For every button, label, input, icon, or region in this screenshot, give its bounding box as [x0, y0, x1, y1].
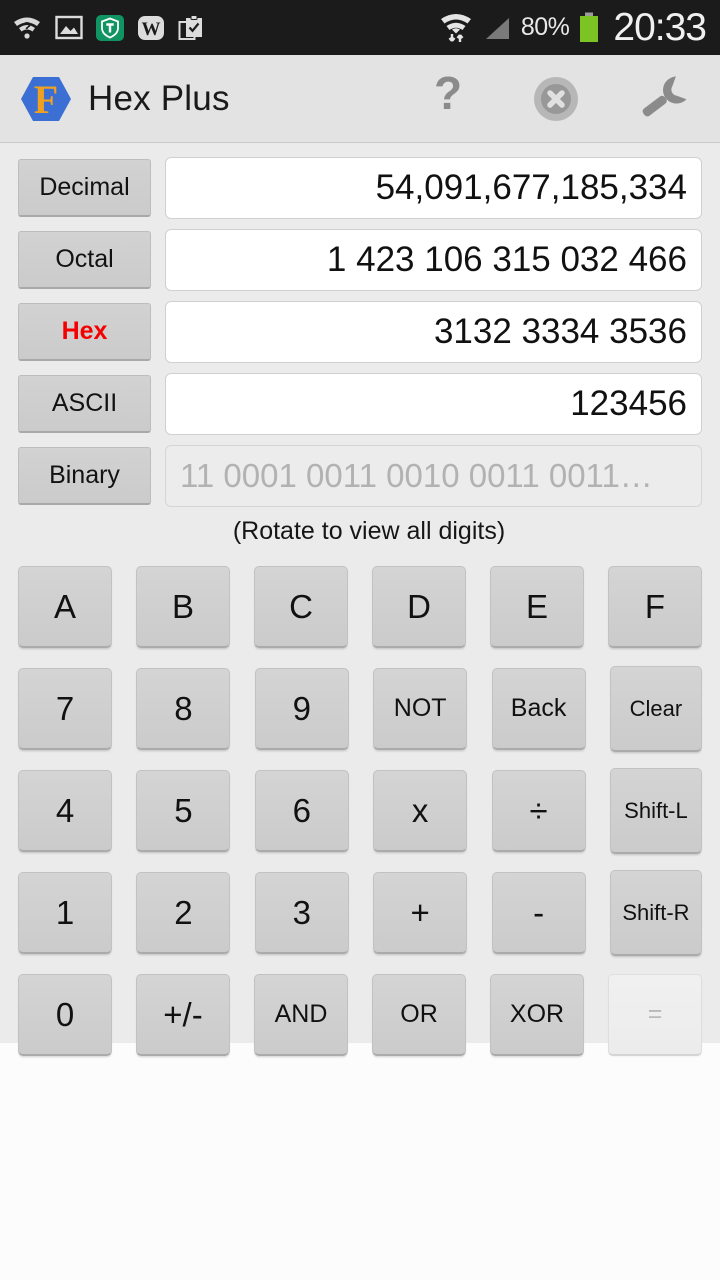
- base-button-decimal[interactable]: Decimal: [18, 159, 151, 217]
- key-x[interactable]: x: [373, 770, 467, 852]
- key-0[interactable]: 0: [18, 974, 112, 1056]
- shield-t-icon: [96, 14, 124, 42]
- keypad-row: 123 +-Shift-R: [18, 864, 702, 962]
- base-button-ascii[interactable]: ASCII: [18, 375, 151, 433]
- svg-text:F: F: [34, 77, 58, 122]
- status-bar: ? W 80%: [0, 0, 720, 55]
- key-8[interactable]: 8: [136, 668, 230, 750]
- value-field-octal[interactable]: 1 423 106 315 032 466: [165, 229, 702, 291]
- key-C[interactable]: C: [254, 566, 348, 648]
- clipboard-check-icon: [178, 14, 206, 42]
- image-icon: [55, 15, 83, 40]
- key-7[interactable]: 7: [18, 668, 112, 750]
- keypad: ABCDEF 789 NOT Back Clear 456x ÷ Shift-L 123 +-Sh…: [0, 554, 720, 1064]
- key-5[interactable]: 5: [136, 770, 230, 852]
- app-bar: F Hex Plus ?: [0, 55, 720, 143]
- app-bar-actions: ?: [422, 73, 702, 125]
- key-1[interactable]: 1: [18, 872, 112, 954]
- wrench-icon[interactable]: [638, 73, 690, 125]
- key-NOT[interactable]: NOT: [373, 668, 467, 750]
- svg-text:?: ?: [434, 73, 462, 119]
- key-[interactable]: +: [373, 872, 467, 954]
- converter-rows: Decimal54,091,677,185,334Octal1 423 106 …: [0, 157, 720, 507]
- key-ShiftL[interactable]: Shift-L: [610, 768, 702, 854]
- base-button-binary[interactable]: Binary: [18, 447, 151, 505]
- svg-text:?: ?: [22, 19, 31, 36]
- signal-triangle-icon: [482, 13, 512, 43]
- rotate-hint: (Rotate to view all digits): [0, 517, 720, 546]
- key-B[interactable]: B: [136, 566, 230, 648]
- key-[interactable]: +/-: [136, 974, 230, 1056]
- key-A[interactable]: A: [18, 566, 112, 648]
- key-OR[interactable]: OR: [372, 974, 466, 1056]
- base-button-octal[interactable]: Octal: [18, 231, 151, 289]
- key-F[interactable]: F: [608, 566, 702, 648]
- status-bar-right: 80% 20:33: [439, 8, 706, 47]
- converter-row: Decimal54,091,677,185,334: [18, 157, 702, 219]
- w-badge-icon: W: [137, 14, 165, 42]
- battery-percent-label: 80%: [521, 13, 570, 42]
- key-XOR[interactable]: XOR: [490, 974, 584, 1056]
- status-bar-left-icons: ? W: [12, 14, 206, 42]
- converter-row: ASCII123456: [18, 373, 702, 435]
- key-2[interactable]: 2: [136, 872, 230, 954]
- value-field-binary[interactable]: 11 0001 0011 0010 0011 0011…: [165, 445, 702, 507]
- wifi-updown-icon: [439, 11, 473, 45]
- key-[interactable]: -: [492, 872, 586, 954]
- value-field-ascii[interactable]: 123456: [165, 373, 702, 435]
- converter-row: Binary11 0001 0011 0010 0011 0011…: [18, 445, 702, 507]
- keypad-row: 789 NOT Back Clear: [18, 660, 702, 758]
- keypad-row: 456x ÷ Shift-L: [18, 762, 702, 860]
- battery-icon: [578, 12, 600, 44]
- converter-row: Octal1 423 106 315 032 466: [18, 229, 702, 291]
- status-bar-clock: 20:33: [613, 8, 706, 47]
- key-4[interactable]: 4: [18, 770, 112, 852]
- key-AND[interactable]: AND: [254, 974, 348, 1056]
- keypad-row: ABCDEF: [18, 558, 702, 656]
- wifi-question-icon: ?: [12, 15, 42, 41]
- key-Back[interactable]: Back: [492, 668, 586, 750]
- key-: =: [608, 974, 702, 1056]
- svg-text:W: W: [142, 19, 161, 40]
- hexagon-f-logo: F: [20, 73, 72, 125]
- key-9[interactable]: 9: [255, 668, 349, 750]
- bottom-empty-area: [0, 1043, 720, 1280]
- key-Clear[interactable]: Clear: [610, 666, 702, 752]
- converter-row: Hex3132 3334 3536: [18, 301, 702, 363]
- key-D[interactable]: D: [372, 566, 466, 648]
- key-[interactable]: ÷: [492, 770, 586, 852]
- key-3[interactable]: 3: [255, 872, 349, 954]
- help-icon[interactable]: ?: [422, 73, 474, 125]
- main-content: Decimal54,091,677,185,334Octal1 423 106 …: [0, 143, 720, 1043]
- key-E[interactable]: E: [490, 566, 584, 648]
- base-button-hex[interactable]: Hex: [18, 303, 151, 361]
- value-field-hex[interactable]: 3132 3334 3536: [165, 301, 702, 363]
- key-6[interactable]: 6: [255, 770, 349, 852]
- close-circle-icon[interactable]: [530, 73, 582, 125]
- app-title: Hex Plus: [88, 79, 230, 119]
- key-ShiftR[interactable]: Shift-R: [610, 870, 702, 956]
- value-field-decimal[interactable]: 54,091,677,185,334: [165, 157, 702, 219]
